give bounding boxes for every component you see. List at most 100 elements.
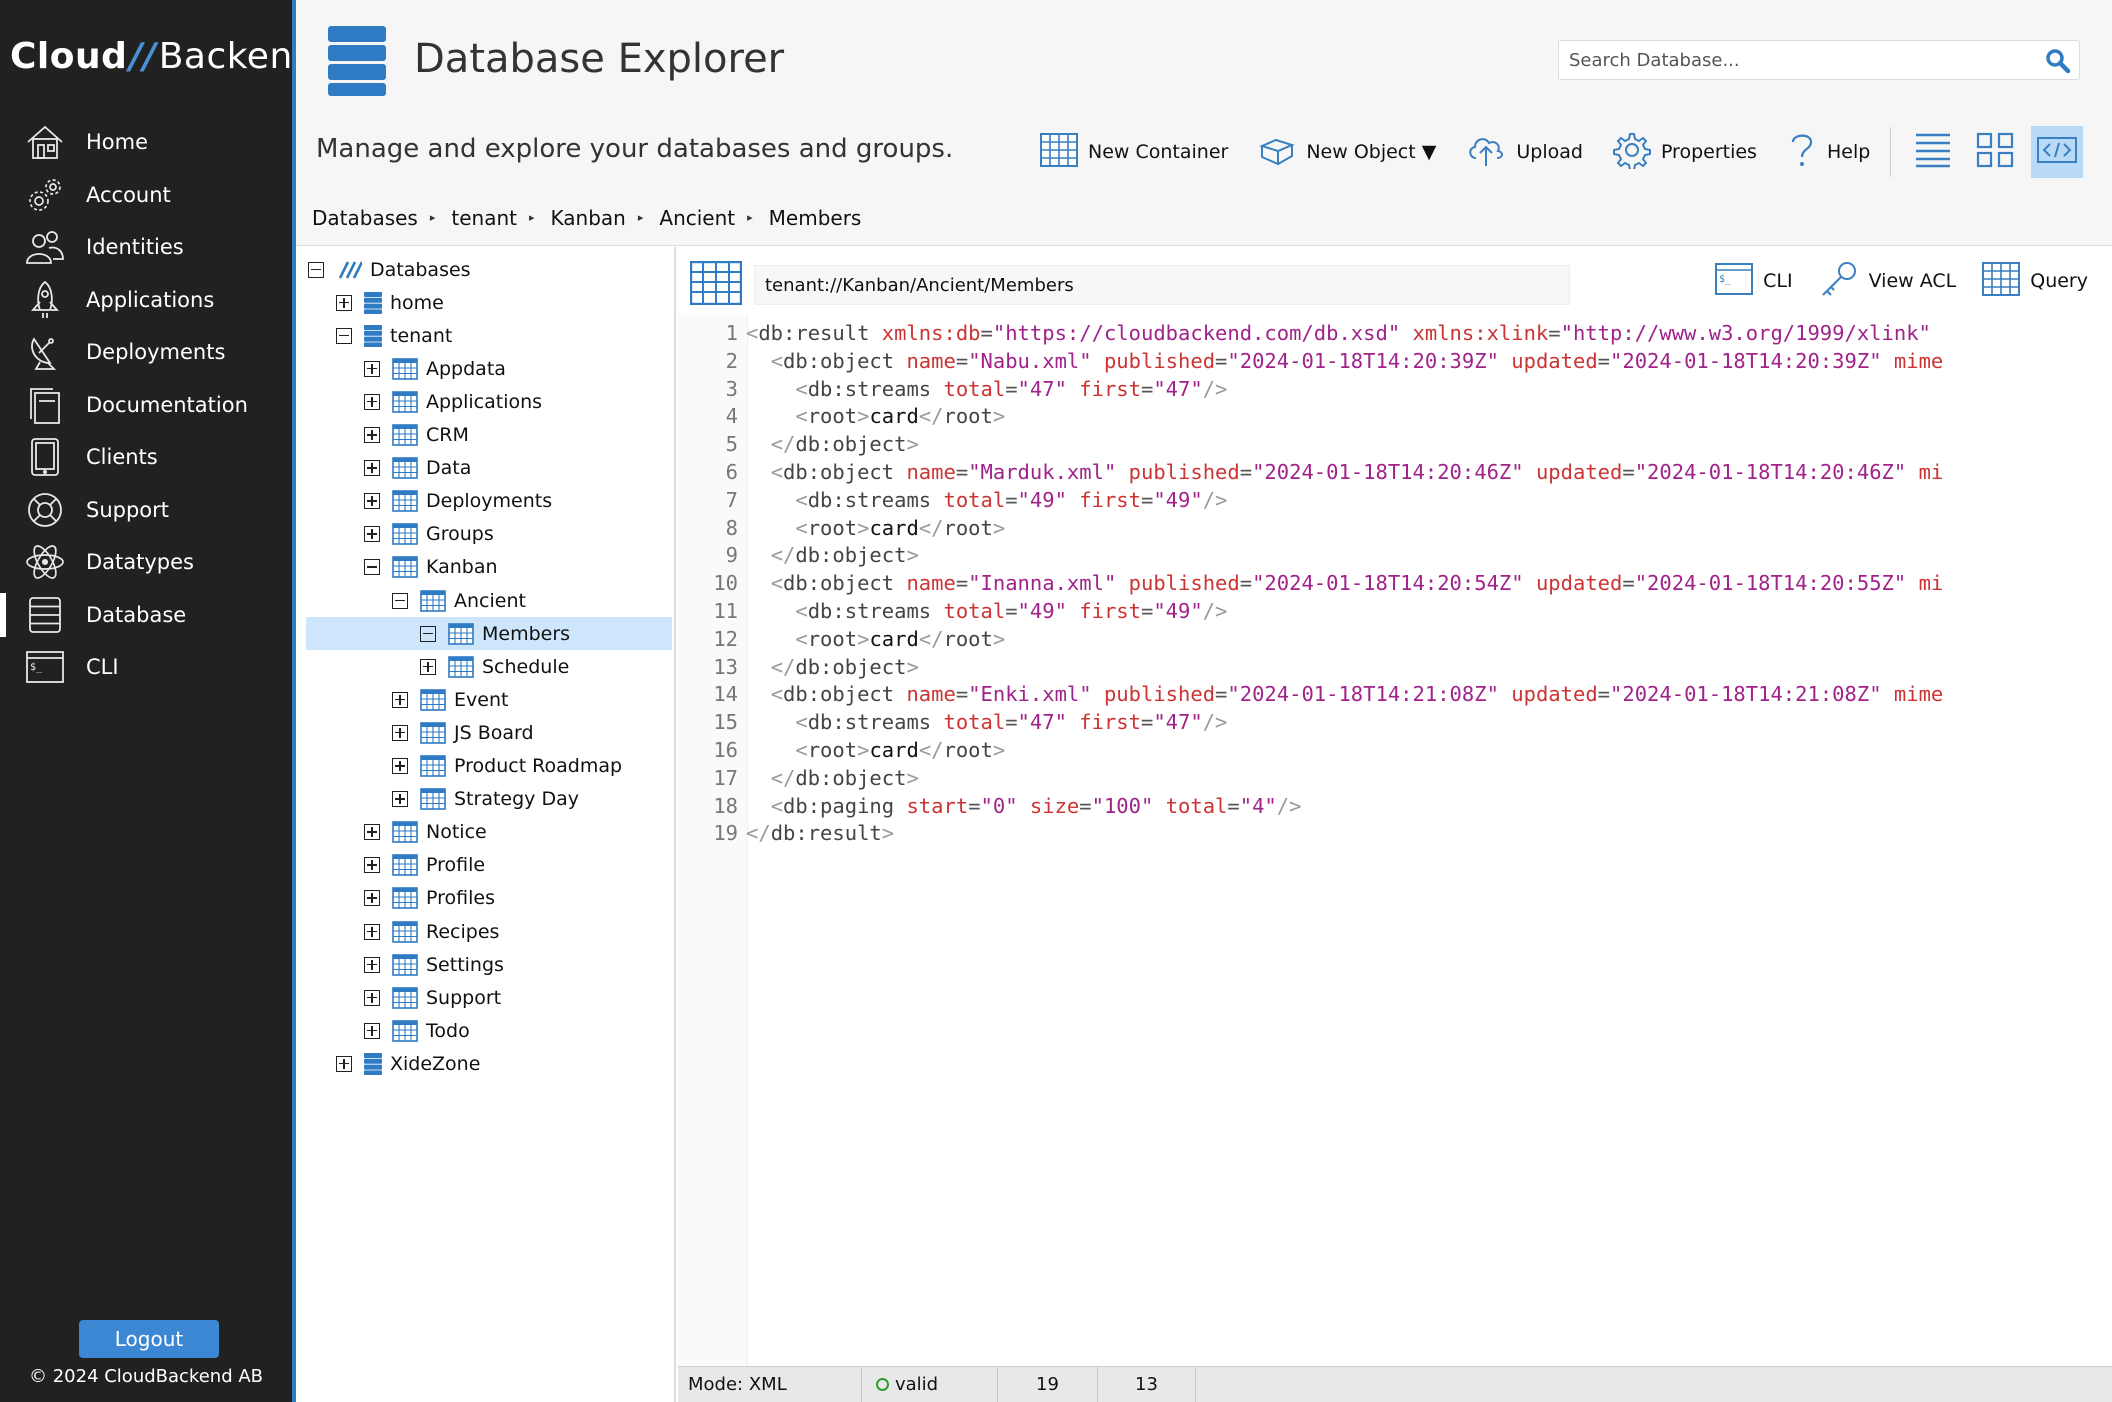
expand-icon[interactable] bbox=[364, 393, 380, 410]
expand-icon[interactable] bbox=[364, 923, 380, 940]
tree-item-profiles[interactable]: Profiles bbox=[364, 882, 495, 915]
list-view-button[interactable] bbox=[1907, 126, 1959, 178]
home-icon bbox=[24, 121, 66, 163]
table-icon bbox=[392, 490, 418, 512]
sidebar-item-datatypes[interactable]: Datatypes bbox=[0, 536, 292, 589]
sidebar-item-database[interactable]: Database bbox=[0, 589, 292, 642]
sidebar-item-support[interactable]: Support bbox=[0, 484, 292, 537]
tree-item-data[interactable]: Data bbox=[364, 452, 471, 485]
sidebar-item-account[interactable]: Account bbox=[0, 169, 292, 222]
tree-item-notice[interactable]: Notice bbox=[364, 816, 487, 849]
expand-icon[interactable] bbox=[364, 824, 380, 841]
code-editor[interactable]: 1 <db:result xmlns:db="https://cloudbacke… bbox=[678, 315, 2112, 1367]
properties-button[interactable]: Properties bbox=[1612, 131, 1757, 173]
sidebar-item-home[interactable]: Home bbox=[0, 116, 292, 169]
tree-item-todo[interactable]: Todo bbox=[364, 1014, 470, 1047]
expand-icon[interactable] bbox=[364, 1022, 380, 1039]
path-input[interactable] bbox=[754, 265, 1570, 305]
expand-icon[interactable] bbox=[364, 956, 380, 973]
code-line-source: <db:object name="Inanna.xml" published="… bbox=[770, 571, 1944, 596]
new-container-button[interactable]: New Container bbox=[1040, 133, 1228, 171]
collapse-icon[interactable] bbox=[420, 625, 436, 642]
tree-item-ancient[interactable]: Ancient bbox=[392, 584, 526, 617]
search-input[interactable] bbox=[1559, 41, 2029, 79]
expand-icon[interactable] bbox=[364, 460, 380, 477]
tree-item-js-board[interactable]: JS Board bbox=[392, 716, 534, 749]
tree-item-settings[interactable]: Settings bbox=[364, 948, 504, 981]
collapse-icon[interactable] bbox=[308, 261, 324, 278]
code-line: 4 <root>card</root> bbox=[678, 402, 2112, 430]
tree-item-schedule[interactable]: Schedule bbox=[420, 650, 569, 683]
table-icon bbox=[420, 722, 446, 744]
list-view-icon bbox=[1914, 132, 1952, 172]
expand-icon[interactable] bbox=[364, 427, 380, 443]
grid-view-button[interactable] bbox=[1969, 126, 2021, 178]
breadcrumb-item[interactable]: Ancient bbox=[659, 206, 735, 230]
tree-item-xidezone[interactable]: XideZone bbox=[336, 1047, 480, 1080]
tree-item-appdata[interactable]: Appdata bbox=[364, 352, 506, 385]
sidebar-item-deployments[interactable]: Deployments bbox=[0, 326, 292, 379]
table-icon bbox=[392, 887, 418, 910]
tree-item-deployments[interactable]: Deployments bbox=[364, 485, 552, 518]
expand-icon[interactable] bbox=[364, 360, 380, 377]
expand-icon[interactable] bbox=[392, 724, 408, 741]
tree-item-groups[interactable]: Groups bbox=[364, 518, 494, 551]
sidebar-item-applications[interactable]: Applications bbox=[0, 274, 292, 327]
sidebar-item-label: Deployments bbox=[86, 340, 226, 365]
expand-icon[interactable] bbox=[336, 294, 352, 311]
tree-item-databases[interactable]: Databases bbox=[308, 253, 471, 286]
collapse-icon[interactable] bbox=[336, 327, 352, 344]
toolbar-separator bbox=[1890, 127, 1892, 177]
tree-item-home[interactable]: home bbox=[336, 286, 444, 319]
collapse-icon[interactable] bbox=[392, 592, 408, 609]
collapse-icon[interactable] bbox=[364, 559, 380, 576]
sidebar-nav: Home Account Identities Applications Deploym… bbox=[0, 116, 292, 694]
key-icon bbox=[1819, 260, 1859, 302]
sidebar-item-clients[interactable]: Clients bbox=[0, 431, 292, 484]
tree-item-applications[interactable]: Applications bbox=[364, 385, 542, 418]
help-button[interactable]: Help bbox=[1787, 131, 1870, 173]
expand-icon[interactable] bbox=[364, 857, 380, 874]
logout-button[interactable]: Logout bbox=[79, 1320, 219, 1358]
search-icon[interactable] bbox=[2045, 48, 2071, 78]
sidebar-item-label: Support bbox=[86, 497, 170, 522]
code-view-button[interactable] bbox=[2031, 126, 2084, 178]
tree-item-members[interactable]: Members bbox=[306, 617, 672, 651]
code-line-source: <root>card</root> bbox=[795, 515, 1006, 540]
tree-item-support[interactable]: Support bbox=[364, 981, 501, 1014]
expand-icon[interactable] bbox=[364, 526, 380, 543]
tree-item-crm[interactable]: CRM bbox=[364, 419, 469, 452]
expand-icon[interactable] bbox=[420, 658, 436, 675]
breadcrumb-item[interactable]: Databases bbox=[312, 206, 418, 230]
sidebar-item-label: CLI bbox=[86, 655, 119, 680]
view-acl-button[interactable]: View ACL bbox=[1819, 260, 1956, 302]
expand-icon[interactable] bbox=[392, 758, 408, 774]
breadcrumb-item[interactable]: Kanban bbox=[551, 206, 626, 230]
header: Database Explorer Manage and explore you… bbox=[296, 0, 2112, 190]
expand-icon[interactable] bbox=[364, 493, 380, 510]
expand-icon[interactable] bbox=[392, 791, 408, 808]
tree-item-tenant[interactable]: tenant bbox=[336, 319, 452, 352]
cli-button[interactable]: $_ CLI bbox=[1715, 263, 1793, 299]
tree-item-product-roadmap[interactable]: Product Roadmap bbox=[392, 750, 622, 783]
brand-logo[interactable]: Cloud//Backend bbox=[10, 36, 316, 77]
sidebar-item-cli[interactable]: $_ CLI bbox=[0, 641, 292, 694]
tree-item-recipes[interactable]: Recipes bbox=[364, 915, 499, 948]
code-line: 19 </db:result> bbox=[678, 819, 2112, 847]
tree-item-event[interactable]: Event bbox=[392, 683, 508, 716]
sidebar-item-documentation[interactable]: Documentation bbox=[0, 379, 292, 432]
expand-icon[interactable] bbox=[364, 989, 380, 1006]
upload-button[interactable]: Upload bbox=[1466, 132, 1583, 172]
code-line-source: <db:streams total="49" first="49"/> bbox=[795, 599, 1228, 623]
expand-icon[interactable] bbox=[392, 691, 408, 708]
new-object-dropdown[interactable]: New Object ▼ bbox=[1258, 133, 1436, 171]
tree-item-profile[interactable]: Profile bbox=[364, 849, 485, 882]
tree-item-kanban[interactable]: Kanban bbox=[364, 551, 498, 584]
sidebar-item-identities[interactable]: Identities bbox=[0, 221, 292, 274]
expand-icon[interactable] bbox=[364, 890, 380, 907]
tree-item-strategy-day[interactable]: Strategy Day bbox=[392, 783, 579, 816]
breadcrumb-item[interactable]: Members bbox=[769, 206, 862, 230]
expand-icon[interactable] bbox=[336, 1055, 352, 1072]
query-button[interactable]: Query bbox=[1982, 262, 2088, 300]
breadcrumb-item[interactable]: tenant bbox=[451, 206, 517, 230]
